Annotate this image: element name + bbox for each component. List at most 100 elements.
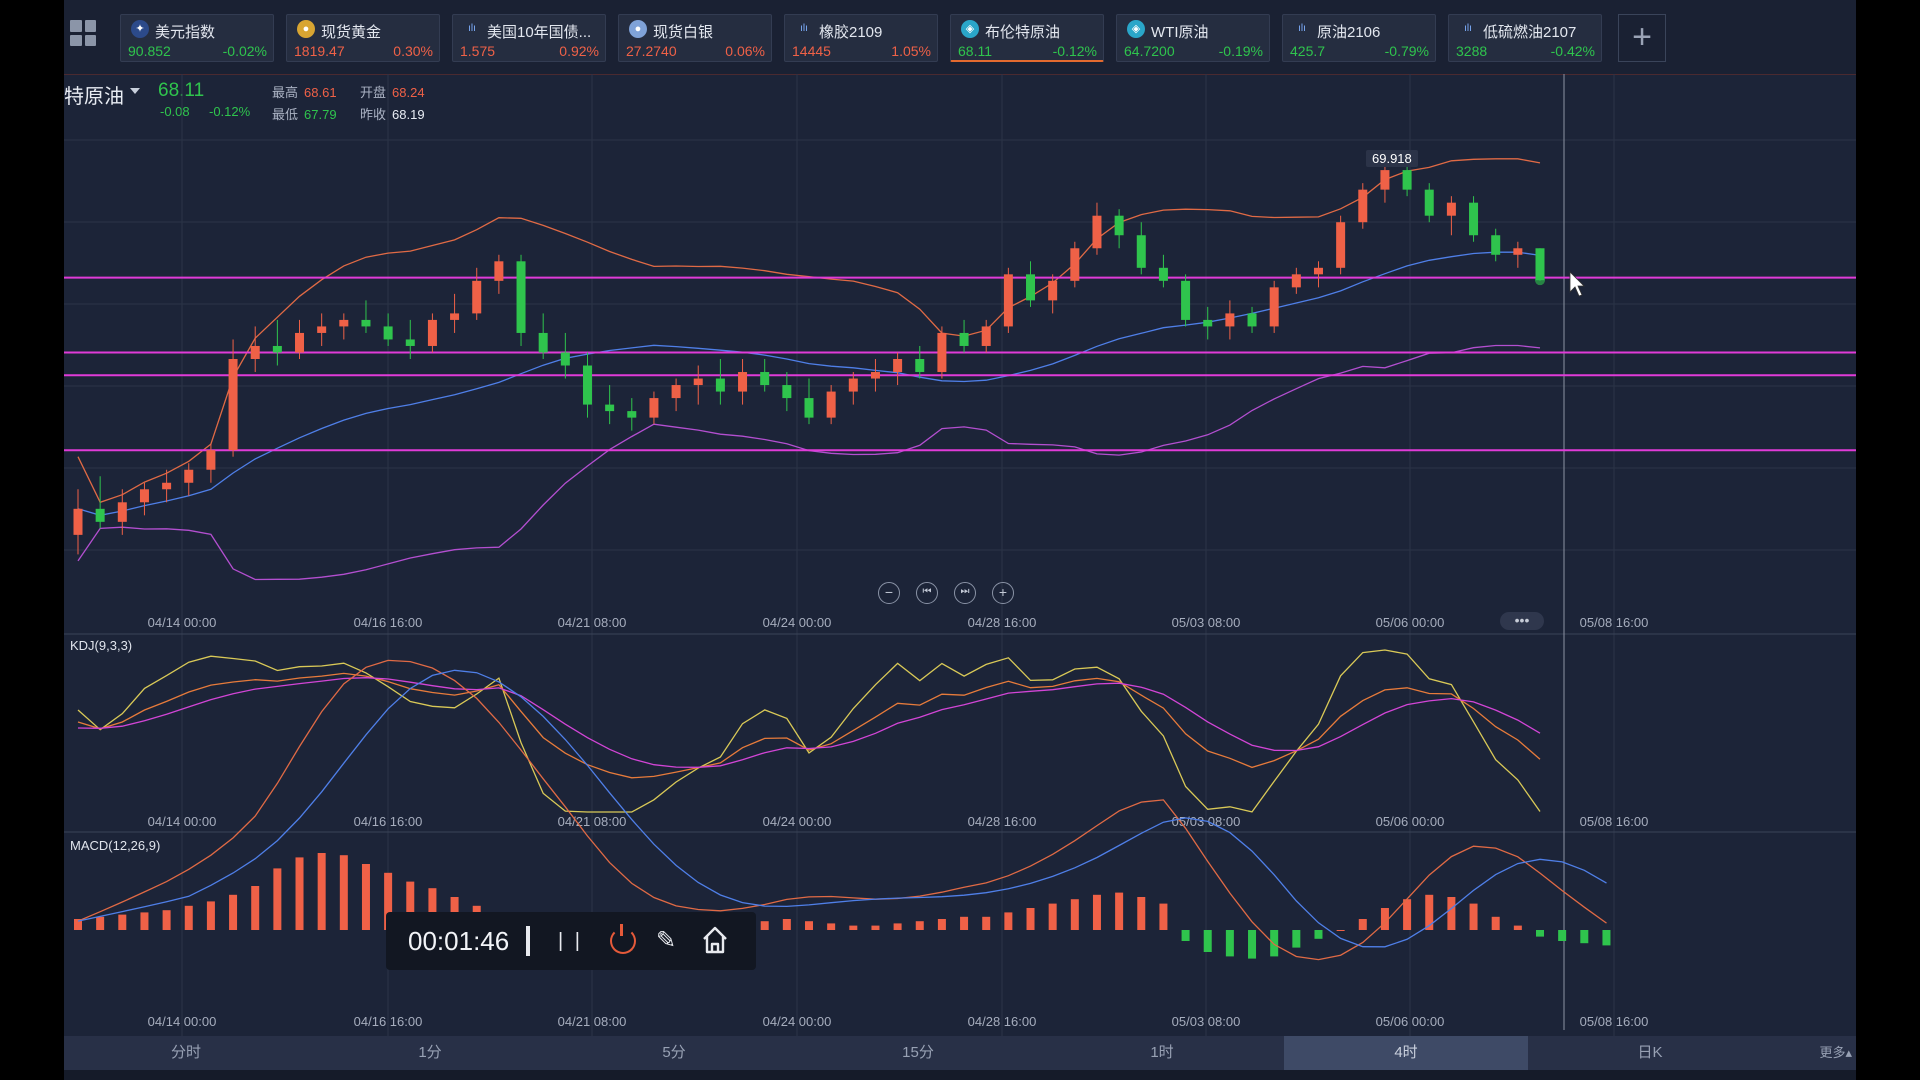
macd-time-label: 04/24 00:00 <box>763 1014 832 1029</box>
candle-body <box>538 332 548 353</box>
macd-time-label: 04/16 16:00 <box>354 1014 423 1029</box>
last-price-dot <box>1535 275 1545 286</box>
candle-body <box>162 482 172 490</box>
period-tab-5[interactable]: 4时 <box>1284 1036 1528 1070</box>
pause-icon[interactable]: | | <box>558 930 583 953</box>
macd-histogram-bar <box>1070 899 1079 930</box>
candle-body <box>605 404 615 412</box>
macd-histogram-bar <box>1536 930 1544 937</box>
zoom-in-button[interactable]: + <box>992 582 1014 604</box>
macd-histogram-bar <box>871 925 880 930</box>
macd-histogram-bar <box>1137 897 1146 930</box>
candle-body <box>250 345 260 359</box>
period-tab-2[interactable]: 5分 <box>552 1036 796 1070</box>
macd-histogram-bar <box>782 919 791 930</box>
candle-body <box>228 359 238 451</box>
candle-body <box>95 508 105 522</box>
more-periods-button[interactable]: 更多▴ <box>1819 1036 1852 1070</box>
period-tab-3[interactable]: 15分 <box>796 1036 1040 1070</box>
macd-histogram-bar <box>1026 908 1035 930</box>
candle-body <box>1003 274 1013 327</box>
candle-body <box>1092 215 1102 249</box>
macd-time-label: 04/14 00:00 <box>148 1014 217 1029</box>
candle-body <box>383 326 393 340</box>
main-time-label: 05/03 08:00 <box>1172 615 1241 630</box>
kdj-time-label: 04/21 08:00 <box>558 814 627 829</box>
period-tab-1[interactable]: 1分 <box>308 1036 552 1070</box>
candle-body <box>959 332 969 346</box>
scroll-end-button[interactable]: ⏭ <box>954 582 976 604</box>
macd-dea-line <box>77 669 1607 948</box>
candle-body <box>427 319 437 346</box>
macd-histogram-bar <box>893 923 902 930</box>
chart-canvas[interactable]: 04/14 00:00 04/16 16:00 04/21 08:00 04/24 0… <box>64 0 1856 1036</box>
macd-time-label: 04/21 08:00 <box>558 1014 627 1029</box>
candle-body <box>582 365 592 405</box>
period-bar: 分时 1分 5分 15分 1时 4时 日K 更多▴ <box>64 1036 1856 1070</box>
right-letterbox <box>1856 0 1920 1080</box>
macd-histogram-bar <box>1181 930 1190 941</box>
macd-histogram-bar <box>1092 894 1101 930</box>
macd-histogram-bar <box>1602 930 1611 946</box>
candle-body <box>1136 235 1146 268</box>
candle-body <box>1469 202 1479 236</box>
macd-histogram-bar <box>1048 903 1057 930</box>
macd-time-label: 05/03 08:00 <box>1172 1014 1241 1029</box>
macd-histogram-bar <box>140 912 149 930</box>
zoom-out-button[interactable]: − <box>878 582 900 604</box>
period-tab-0[interactable]: 分时 <box>64 1036 308 1070</box>
max-price-label: 69.918 <box>1366 150 1418 167</box>
trading-app: ✦ 美元指数 90.852 -0.02% ● 现货黄金 1819.47 0.30% ılı 美国1… <box>64 0 1856 1080</box>
kdj-panel-title: KDJ(9,3,3) <box>70 638 133 653</box>
home-icon[interactable] <box>702 926 728 954</box>
candle-body <box>1048 280 1058 301</box>
macd-histogram-bar <box>1203 930 1212 952</box>
candle-body <box>1380 170 1390 190</box>
stop-recording-icon[interactable] <box>610 924 636 954</box>
kdj-k-line <box>77 672 1541 779</box>
candle-body <box>560 352 570 366</box>
macd-time-label: 04/28 16:00 <box>968 1014 1037 1029</box>
macd-histogram-bar <box>827 923 836 930</box>
bottom-strip <box>64 1070 1856 1080</box>
candle-body <box>826 391 836 418</box>
period-tab-6[interactable]: 日K <box>1528 1036 1772 1070</box>
scroll-start-button[interactable]: ⏮ <box>916 582 938 604</box>
candle-body <box>295 332 305 353</box>
macd-histogram-bar <box>339 855 348 930</box>
pen-icon[interactable]: ✎ <box>656 926 676 955</box>
macd-dif-line <box>77 659 1607 961</box>
macd-histogram-bar <box>937 919 946 930</box>
candle-body <box>981 326 991 346</box>
macd-histogram-bar <box>1403 899 1412 930</box>
candle-body <box>870 372 880 379</box>
candle-body <box>405 339 415 346</box>
macd-histogram-bar <box>162 910 171 930</box>
macd-histogram-bar <box>1580 930 1589 944</box>
candle-body <box>715 378 725 392</box>
macd-histogram-bar <box>96 916 105 930</box>
candle-body <box>1336 222 1346 268</box>
candle-body <box>1269 287 1279 327</box>
macd-panel-title: MACD(12,26,9) <box>70 838 161 853</box>
candle-body <box>782 385 792 399</box>
kdj-time-label: 04/24 00:00 <box>763 814 832 829</box>
macd-histogram-bar <box>1004 912 1013 930</box>
macd-time-label: 05/08 16:00 <box>1580 1014 1649 1029</box>
candle-body <box>139 489 149 503</box>
period-tab-4[interactable]: 1时 <box>1040 1036 1284 1070</box>
left-letterbox <box>0 0 64 1080</box>
main-time-label: 04/24 00:00 <box>763 615 832 630</box>
candle-body <box>1070 248 1080 281</box>
mouse-cursor-icon <box>1569 271 1585 297</box>
macd-histogram-bar <box>1159 903 1168 930</box>
candle-body <box>117 502 127 522</box>
more-options-icon[interactable]: ••• <box>1500 612 1544 630</box>
macd-histogram-bar <box>229 894 238 930</box>
kdj-d-line <box>77 677 1541 768</box>
candle-body <box>1114 215 1124 236</box>
candle-body <box>1313 267 1323 275</box>
candle-body <box>693 378 703 386</box>
screen-recorder-widget: 00:01:46 | | ✎ <box>386 912 756 970</box>
macd-histogram-bar <box>1270 930 1279 957</box>
